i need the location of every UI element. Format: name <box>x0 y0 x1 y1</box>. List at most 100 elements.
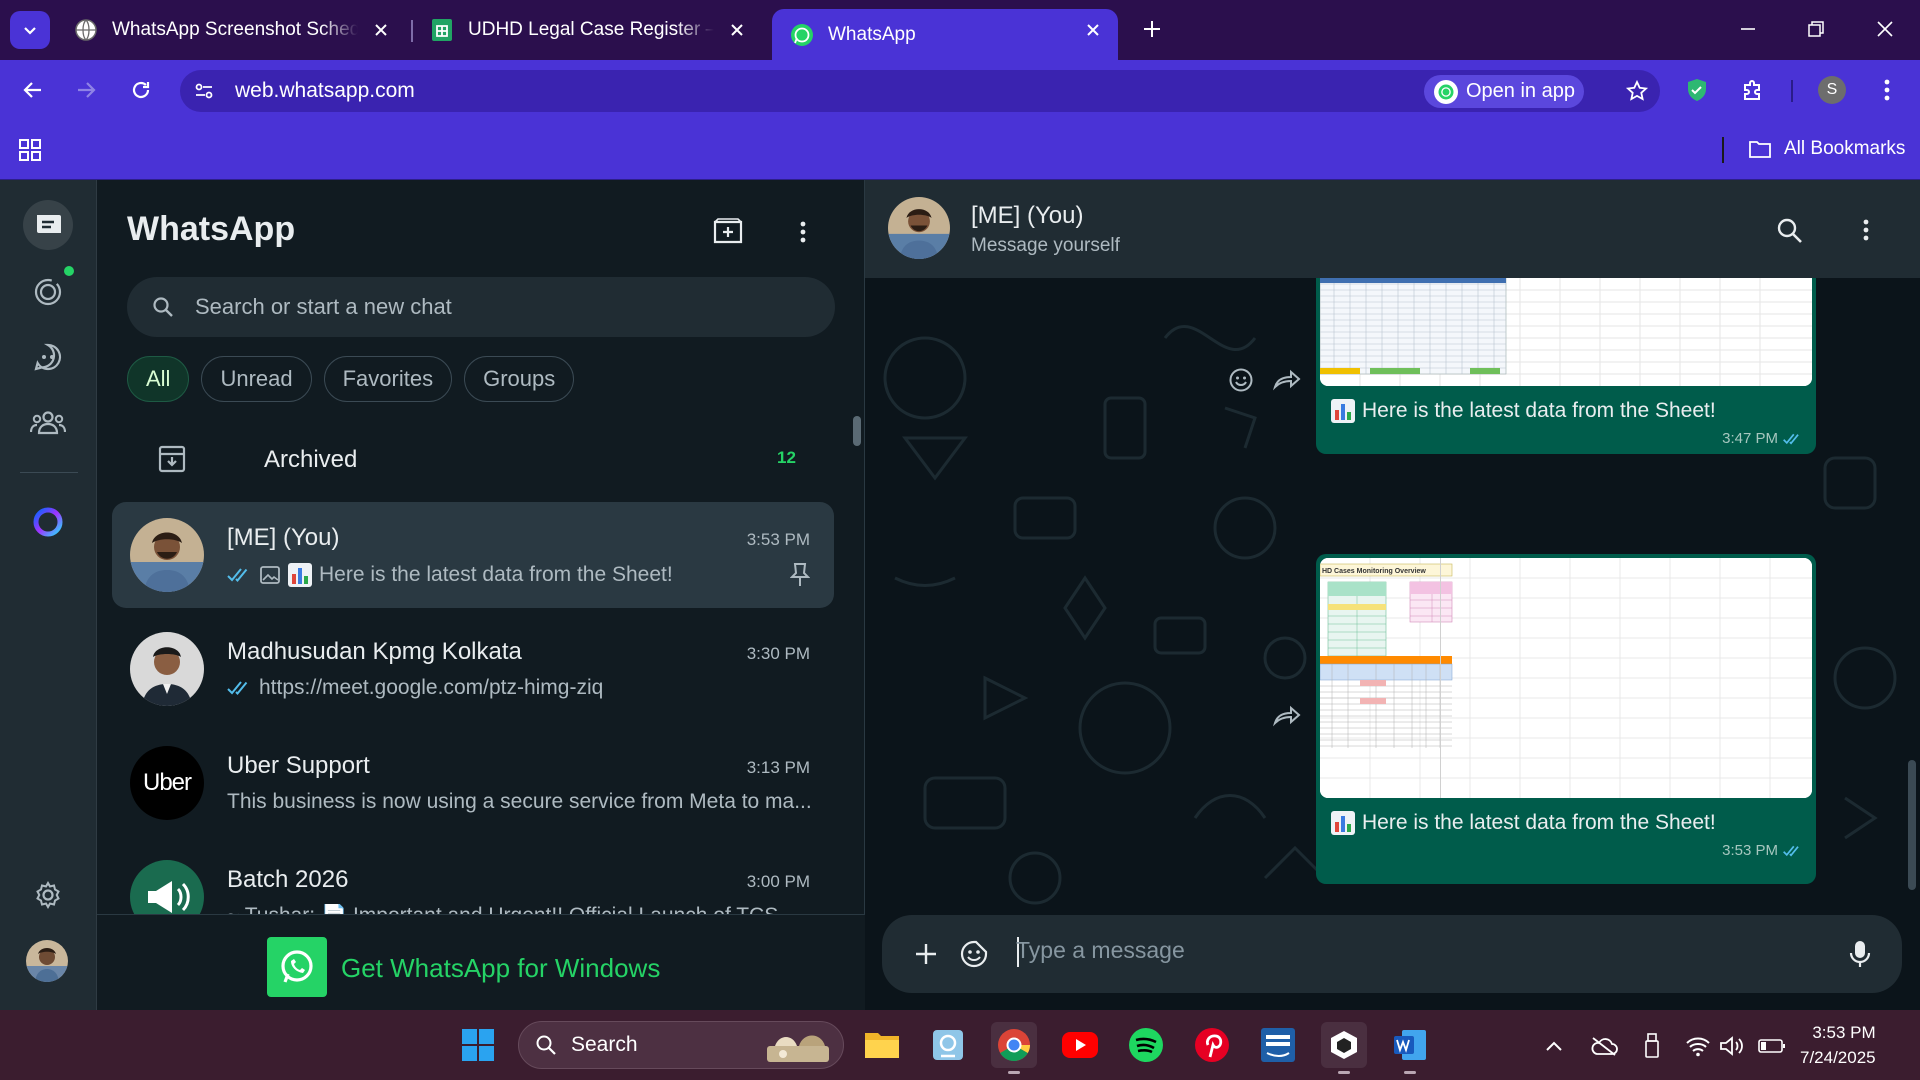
reload-button[interactable] <box>126 75 156 105</box>
profile-avatar[interactable] <box>26 940 68 982</box>
conversation-scrollbar[interactable] <box>1908 760 1916 890</box>
close-icon[interactable] <box>370 19 392 41</box>
back-button[interactable] <box>18 75 48 105</box>
spreadsheet-preview: HD Cases Monitoring Overview <box>1320 558 1812 798</box>
chat-item-uber-support[interactable]: Uber Uber Support 3:13 PM This business … <box>112 730 834 836</box>
voice-message-button[interactable] <box>1840 934 1880 974</box>
taskbar-file-explorer[interactable] <box>859 1022 905 1068</box>
all-bookmarks-button[interactable]: All Bookmarks <box>1748 138 1905 160</box>
minimize-button[interactable] <box>1733 14 1763 44</box>
forward-icon <box>1273 369 1301 391</box>
show-hidden-icons-button[interactable] <box>1540 1032 1568 1060</box>
attach-button[interactable] <box>906 934 946 974</box>
message-bubble[interactable]: HD Cases Monitoring Overview Here is the… <box>1316 554 1816 884</box>
taskbar-pinterest[interactable] <box>1189 1022 1235 1068</box>
taskbar-youtube[interactable] <box>1057 1022 1103 1068</box>
battery-status[interactable] <box>1758 1032 1786 1060</box>
onedrive-status[interactable] <box>1590 1032 1618 1060</box>
url-text[interactable]: web.whatsapp.com <box>235 79 415 103</box>
settings-nav-button[interactable] <box>23 870 73 920</box>
tab-screenshot-scheduler[interactable]: WhatsApp Screenshot Schedule <box>56 9 406 51</box>
conversation-header[interactable]: [ME] (You) Message yourself <box>865 180 1920 278</box>
extension-shield[interactable] <box>1680 73 1714 107</box>
taskbar-clock[interactable]: 3:53 PM 7/24/2025 <box>1800 1020 1876 1070</box>
message-bubble[interactable]: Here is the latest data from the Sheet! … <box>1316 278 1816 454</box>
address-bar[interactable]: web.whatsapp.com Open in app <box>180 70 1660 112</box>
new-chat-button[interactable] <box>708 212 748 252</box>
remote-desktop-icon <box>933 1030 963 1060</box>
taskbar-prime-video[interactable] <box>1255 1022 1301 1068</box>
close-icon[interactable] <box>726 19 748 41</box>
search-icon <box>153 297 173 317</box>
react-button[interactable] <box>1223 362 1259 398</box>
get-whatsapp-label[interactable]: Get WhatsApp for Windows <box>341 953 660 984</box>
search-icon <box>536 1035 556 1055</box>
apps-button[interactable] <box>18 138 42 162</box>
chats-nav-button[interactable] <box>23 200 73 250</box>
bookmarks-bar: All Bookmarks <box>0 120 1920 180</box>
forward-button[interactable] <box>1269 698 1305 734</box>
taskbar-chrome[interactable] <box>991 1022 1037 1074</box>
new-tab-button[interactable] <box>1137 14 1167 44</box>
filter-favorites[interactable]: Favorites <box>323 356 453 402</box>
taskbar-remote-desktop[interactable] <box>925 1022 971 1068</box>
tab-search-button[interactable] <box>10 11 50 49</box>
filter-groups[interactable]: Groups <box>464 356 575 402</box>
open-in-app-button[interactable]: Open in app <box>1424 75 1584 108</box>
taskbar-word[interactable] <box>1387 1022 1433 1074</box>
forward-button[interactable] <box>71 75 101 105</box>
search-messages-button[interactable] <box>1769 210 1809 250</box>
archived-count: 12 <box>777 448 796 467</box>
microphone-icon <box>1849 941 1871 967</box>
usb-icon <box>1645 1033 1659 1058</box>
taskbar-search[interactable]: Search <box>518 1021 844 1069</box>
channels-nav-button[interactable] <box>23 332 73 382</box>
close-icon[interactable] <box>1082 19 1104 41</box>
taskbar-spotify[interactable] <box>1123 1022 1169 1068</box>
tab-legal-case-register[interactable]: UDHD Legal Case Register – Off <box>412 9 762 51</box>
chat-search[interactable] <box>127 277 835 337</box>
sheet-screenshot-image[interactable]: HD Cases Monitoring Overview <box>1320 558 1812 798</box>
contact-name: [ME] (You) <box>971 202 1084 229</box>
sidebar-menu-button[interactable] <box>783 212 823 252</box>
chat-item-batch-2026[interactable]: Batch 2026 3:00 PM ~ Tushar: 📄 Important… <box>112 844 834 924</box>
meta-ai-button[interactable] <box>23 497 73 547</box>
more-vertical-icon <box>800 221 806 243</box>
search-input[interactable] <box>195 294 795 320</box>
status-icon <box>34 278 62 306</box>
conversation-menu-button[interactable] <box>1846 210 1886 250</box>
message-input[interactable] <box>1016 937 1816 964</box>
archive-icon <box>158 445 186 473</box>
message-caption: Here is the latest data from the Sheet! <box>1320 798 1812 842</box>
new-chat-icon <box>713 218 743 244</box>
volume-status[interactable] <box>1718 1032 1746 1060</box>
get-whatsapp-banner[interactable]: Get WhatsApp for Windows <box>97 914 865 1010</box>
start-button[interactable] <box>455 1022 501 1068</box>
filter-unread[interactable]: Unread <box>201 356 312 402</box>
sticker-button[interactable] <box>954 934 994 974</box>
close-window-button[interactable] <box>1870 14 1900 44</box>
wifi-status[interactable] <box>1684 1032 1712 1060</box>
forward-button[interactable] <box>1269 362 1305 398</box>
minimize-icon <box>1741 28 1755 30</box>
taskbar-terminal[interactable] <box>1321 1022 1367 1074</box>
restore-button[interactable] <box>1801 14 1831 44</box>
filter-all[interactable]: All <box>127 356 190 402</box>
site-info-button[interactable] <box>188 75 220 107</box>
usb-device-status[interactable] <box>1638 1032 1666 1060</box>
chat-list-scrollbar[interactable] <box>853 416 861 446</box>
communities-nav-button[interactable] <box>23 397 73 447</box>
profile-initial: S <box>1826 81 1838 98</box>
tab-whatsapp[interactable]: WhatsApp <box>772 9 1118 60</box>
folder-icon <box>1749 141 1771 158</box>
extensions-button[interactable] <box>1736 73 1770 107</box>
chat-item-me[interactable]: [ME] (You) 3:53 PM Here is the latest da… <box>112 502 834 608</box>
browser-menu-button[interactable] <box>1870 73 1904 107</box>
sheet-screenshot-image[interactable] <box>1320 278 1812 386</box>
chat-item-madhusudan[interactable]: Madhusudan Kpmg Kolkata 3:30 PM https://… <box>112 616 834 722</box>
bookmark-star-button[interactable] <box>1620 74 1654 108</box>
chat-filters: All Unread Favorites Groups <box>127 356 586 402</box>
profile-avatar[interactable]: S <box>1818 76 1846 104</box>
archived-row[interactable]: Archived 12 <box>127 430 847 490</box>
taskbar-search-label: Search <box>571 1033 638 1056</box>
